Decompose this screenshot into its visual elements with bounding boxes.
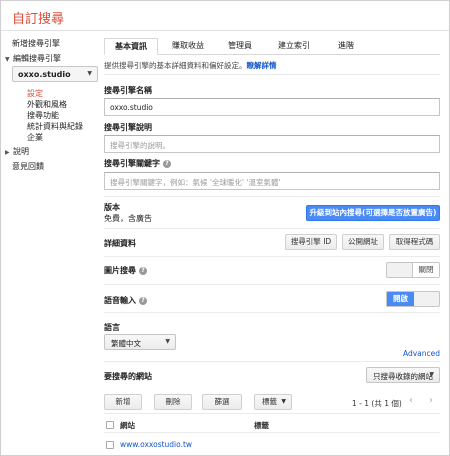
- chevron-left-icon[interactable]: ‹: [402, 393, 420, 409]
- edition-label: 版本: [104, 203, 120, 212]
- tab-admin[interactable]: 管理員: [216, 38, 264, 55]
- engine-keywords-label: 搜尋引擎關鍵字?: [104, 158, 171, 169]
- sidebar-item-business[interactable]: 企業: [27, 132, 43, 143]
- divider: [104, 256, 440, 257]
- advanced-link[interactable]: Advanced: [403, 349, 440, 358]
- tab-indexing[interactable]: 建立索引: [266, 38, 322, 55]
- engine-name-input[interactable]: oxxo.studio: [104, 98, 440, 116]
- tab-description: 提供搜尋引擎的基本詳細資料和偏好設定。瞭解詳情: [104, 60, 277, 71]
- engine-id-button[interactable]: 搜尋引擎 ID: [285, 234, 337, 250]
- pagination-text: 1 - 1 (共 1 個): [352, 399, 402, 408]
- site-scope-select-value: 只搜尋收錄的網站: [373, 372, 433, 381]
- sidebar-item-statistics[interactable]: 統計資料與紀錄: [27, 121, 83, 132]
- labels-dropdown-button[interactable]: 標籤 ▼: [254, 394, 292, 410]
- chevron-down-icon: ▼: [165, 338, 170, 345]
- sites-label: 要搜尋的網站: [104, 372, 152, 381]
- sidebar-help[interactable]: ▶ 說明: [5, 146, 29, 157]
- voice-input-label: 語音輸入?: [104, 295, 147, 306]
- sidebar-help-label: 說明: [13, 147, 29, 156]
- image-search-label: 圖片搜尋?: [104, 265, 147, 276]
- get-code-button[interactable]: 取得程式碼: [389, 234, 440, 250]
- chevron-down-icon: ▼: [281, 398, 286, 405]
- sidebar-item-settings[interactable]: 設定: [27, 88, 43, 99]
- engine-name-label: 搜尋引擎名稱: [104, 86, 152, 95]
- engine-keywords-label-text: 搜尋引擎關鍵字: [104, 159, 160, 168]
- details-label: 詳細資料: [104, 239, 136, 248]
- divider: [104, 432, 440, 433]
- delete-site-button[interactable]: 刪除: [154, 394, 192, 410]
- help-icon[interactable]: ?: [139, 267, 147, 275]
- image-search-toggle[interactable]: 關閉: [386, 262, 440, 278]
- sidebar-item-look-and-feel[interactable]: 外觀和風格: [27, 99, 67, 110]
- image-search-toggle-label: 關閉: [412, 263, 439, 277]
- triangle-right-icon: ▶: [5, 149, 10, 156]
- column-header-site: 網站: [120, 421, 135, 430]
- image-search-label-text: 圖片搜尋: [104, 266, 136, 275]
- engine-keywords-input[interactable]: 搜尋引擎關鍵字，例如：氣候 '全球暖化' '溫室氣體': [104, 172, 440, 190]
- tab-bar: 基本資訊 賺取收益 管理員 建立索引 進階: [104, 38, 440, 55]
- engine-description-label: 搜尋引擎說明: [104, 123, 152, 132]
- learn-more-link[interactable]: 瞭解詳情: [247, 61, 277, 70]
- help-icon[interactable]: ?: [163, 160, 171, 168]
- help-icon[interactable]: ?: [139, 297, 147, 305]
- divider: [104, 228, 440, 229]
- upgrade-button[interactable]: 升級到站內搜尋(可選擇是否放置廣告): [306, 205, 440, 221]
- column-header-labels: 標籤: [254, 421, 269, 430]
- tab-basics[interactable]: 基本資訊: [104, 38, 158, 55]
- language-select-value: 繁體中文: [111, 339, 141, 348]
- sidebar-edit-engine-label: 編輯搜尋引擎: [13, 54, 61, 63]
- sidebar-edit-engine[interactable]: ▼ 編輯搜尋引擎: [5, 53, 61, 64]
- divider: [104, 284, 440, 285]
- labels-dropdown-label: 標籤: [262, 397, 277, 406]
- filter-sites-button[interactable]: 篩選: [202, 394, 242, 410]
- select-all-checkbox[interactable]: [106, 421, 114, 429]
- chevron-down-icon: ▼: [429, 371, 434, 378]
- add-site-button[interactable]: 新增: [104, 394, 142, 410]
- sidebar-item-search-features[interactable]: 搜尋功能: [27, 110, 59, 121]
- voice-input-toggle[interactable]: 開啟: [386, 291, 440, 307]
- divider: [104, 413, 440, 414]
- tab-advanced[interactable]: 進階: [324, 38, 368, 55]
- language-select[interactable]: 繁體中文 ▼: [104, 334, 176, 350]
- site-link[interactable]: www.oxxostudio.tw: [120, 440, 192, 449]
- language-label: 語言: [104, 323, 120, 332]
- tab-description-text: 提供搜尋引擎的基本詳細資料和偏好設定。: [104, 61, 247, 70]
- edition-value: 免費，含廣告: [104, 214, 152, 223]
- app-title: 自訂搜尋: [12, 12, 65, 27]
- voice-input-label-text: 語音輸入: [104, 296, 136, 305]
- engine-description-input[interactable]: 搜尋引擎的說明。: [104, 135, 440, 153]
- sidebar-feedback[interactable]: 意見回饋: [12, 161, 44, 172]
- divider: [104, 74, 440, 75]
- divider: [104, 361, 440, 362]
- chevron-down-icon: ▼: [87, 70, 92, 77]
- public-url-button[interactable]: 公開網址: [342, 234, 384, 250]
- engine-select-value: oxxo.studio: [18, 70, 71, 79]
- chevron-right-icon[interactable]: ›: [422, 393, 440, 409]
- site-scope-select[interactable]: 只搜尋收錄的網站 ▼: [366, 367, 440, 383]
- tab-monetize[interactable]: 賺取收益: [162, 38, 214, 55]
- voice-input-toggle-label: 開啟: [387, 292, 414, 306]
- sidebar-new-engine[interactable]: 新增搜尋引擎: [12, 38, 60, 49]
- divider: [104, 196, 440, 197]
- divider: [104, 312, 440, 313]
- row-checkbox[interactable]: [106, 441, 114, 449]
- engine-select[interactable]: oxxo.studio ▼: [12, 66, 98, 82]
- triangle-down-icon: ▼: [5, 56, 10, 63]
- header-divider: [1, 30, 449, 31]
